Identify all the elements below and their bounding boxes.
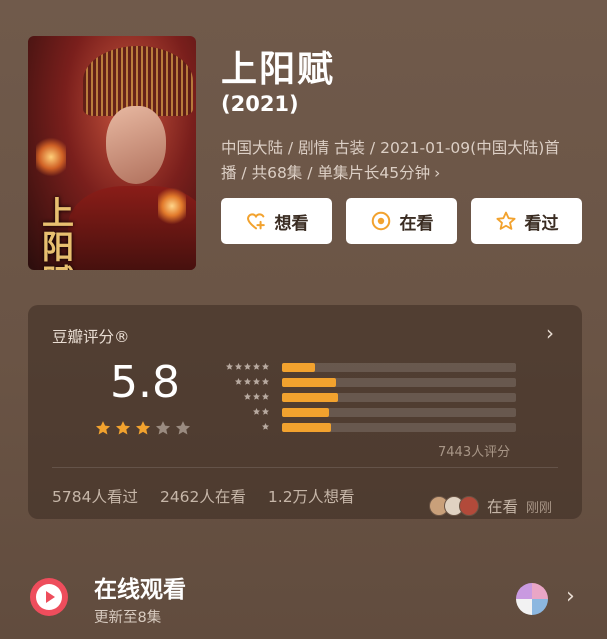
rating-bar-row bbox=[206, 376, 526, 391]
watching-button[interactable]: 在看 bbox=[346, 198, 457, 244]
poster-title-calligraphy: 上阳赋 bbox=[42, 194, 75, 270]
rating-bar-track bbox=[282, 378, 516, 387]
rating-card[interactable]: 豆瓣评分® › 5.8 7443人评分 5784人看过 2462人在看 1.2万… bbox=[28, 305, 582, 519]
watching-now-ticker[interactable]: 在看 刚刚 bbox=[428, 495, 552, 517]
stat-watching[interactable]: 2462人在看 bbox=[160, 485, 246, 507]
star-icon bbox=[261, 378, 270, 385]
rating-stars bbox=[94, 419, 192, 437]
chevron-right-icon[interactable]: › bbox=[566, 584, 575, 609]
release-year: (2021) bbox=[221, 92, 299, 116]
rating-bar-fill bbox=[282, 393, 339, 402]
bar-star-label bbox=[261, 422, 270, 431]
poster-candle-glow bbox=[158, 186, 186, 226]
star-icon bbox=[252, 408, 261, 415]
avatar-group bbox=[428, 496, 479, 516]
rating-bar-row bbox=[206, 421, 526, 436]
star-icon bbox=[243, 363, 252, 370]
stat-want[interactable]: 1.2万人想看 bbox=[268, 485, 355, 507]
star-icon bbox=[95, 421, 111, 435]
star-icon bbox=[261, 363, 270, 370]
avatar bbox=[458, 496, 479, 516]
bar-star-label bbox=[234, 377, 270, 386]
rating-bar-fill bbox=[282, 408, 329, 417]
watching-now-label: 在看 bbox=[486, 498, 518, 516]
heart-plus-icon bbox=[245, 210, 267, 232]
show-meta-info[interactable]: 中国大陆 / 剧情 古装 / 2021-01-09(中国大陆)首播 / 共68集… bbox=[221, 136, 571, 186]
watched-button[interactable]: 看过 bbox=[471, 198, 582, 244]
rating-title: 豆瓣评分® bbox=[52, 328, 130, 346]
rating-bar-row bbox=[206, 361, 526, 376]
rating-bar-track bbox=[282, 423, 516, 432]
rating-bar-track bbox=[282, 408, 516, 417]
meta-text: 中国大陆 / 剧情 古装 / 2021-01-09(中国大陆)首播 / 共68集… bbox=[221, 139, 560, 182]
rating-bar-fill bbox=[282, 423, 332, 432]
star-icon bbox=[252, 393, 261, 400]
poster-face bbox=[106, 106, 166, 184]
chevron-right-icon[interactable]: › bbox=[546, 321, 554, 345]
star-icon bbox=[243, 393, 252, 400]
star-icon bbox=[155, 421, 171, 435]
platform-thumbnail[interactable] bbox=[516, 583, 548, 615]
star-icon bbox=[243, 378, 252, 385]
star-icon bbox=[252, 378, 261, 385]
star-icon bbox=[234, 378, 243, 385]
star-icon bbox=[261, 408, 270, 415]
rating-score: 5.8 bbox=[110, 357, 180, 408]
audience-stats: 5784人看过 2462人在看 1.2万人想看 bbox=[52, 485, 355, 507]
want-to-watch-button[interactable]: 想看 bbox=[221, 198, 332, 244]
rating-count: 7443人评分 bbox=[438, 445, 511, 460]
bar-star-label bbox=[243, 392, 270, 401]
online-watch-subtitle: 更新至8集 bbox=[94, 610, 162, 626]
star-icon bbox=[135, 421, 151, 435]
divider bbox=[52, 467, 558, 468]
watching-now-time: 刚刚 bbox=[525, 500, 552, 516]
bar-star-label bbox=[225, 362, 270, 371]
rating-distribution bbox=[206, 361, 526, 436]
bar-star-label bbox=[252, 407, 270, 416]
page-title: 上阳赋 bbox=[221, 49, 336, 90]
star-icon bbox=[225, 363, 234, 370]
watched-label: 看过 bbox=[524, 213, 559, 234]
play-icon[interactable] bbox=[30, 578, 68, 616]
rating-bar-row bbox=[206, 406, 526, 421]
stat-watched[interactable]: 5784人看过 bbox=[52, 485, 138, 507]
rating-bar-fill bbox=[282, 378, 336, 387]
rating-bar-track bbox=[282, 363, 516, 372]
star-icon bbox=[115, 421, 131, 435]
poster-image[interactable]: 上阳赋 bbox=[28, 36, 196, 270]
poster-candle-glow-left bbox=[36, 136, 66, 178]
watching-label: 在看 bbox=[399, 213, 434, 234]
star-outline-icon bbox=[495, 210, 517, 232]
rating-bar-fill bbox=[282, 363, 315, 372]
star-icon bbox=[175, 421, 191, 435]
star-icon bbox=[261, 393, 270, 400]
chevron-right-icon: › bbox=[434, 164, 441, 182]
star-icon bbox=[261, 423, 270, 430]
online-watch-title[interactable]: 在线观看 bbox=[94, 570, 186, 604]
star-icon bbox=[234, 363, 243, 370]
watching-circle-icon bbox=[370, 210, 392, 232]
rating-bar-track bbox=[282, 393, 516, 402]
star-icon bbox=[252, 363, 261, 370]
want-label: 想看 bbox=[274, 213, 309, 234]
rating-bar-row bbox=[206, 391, 526, 406]
